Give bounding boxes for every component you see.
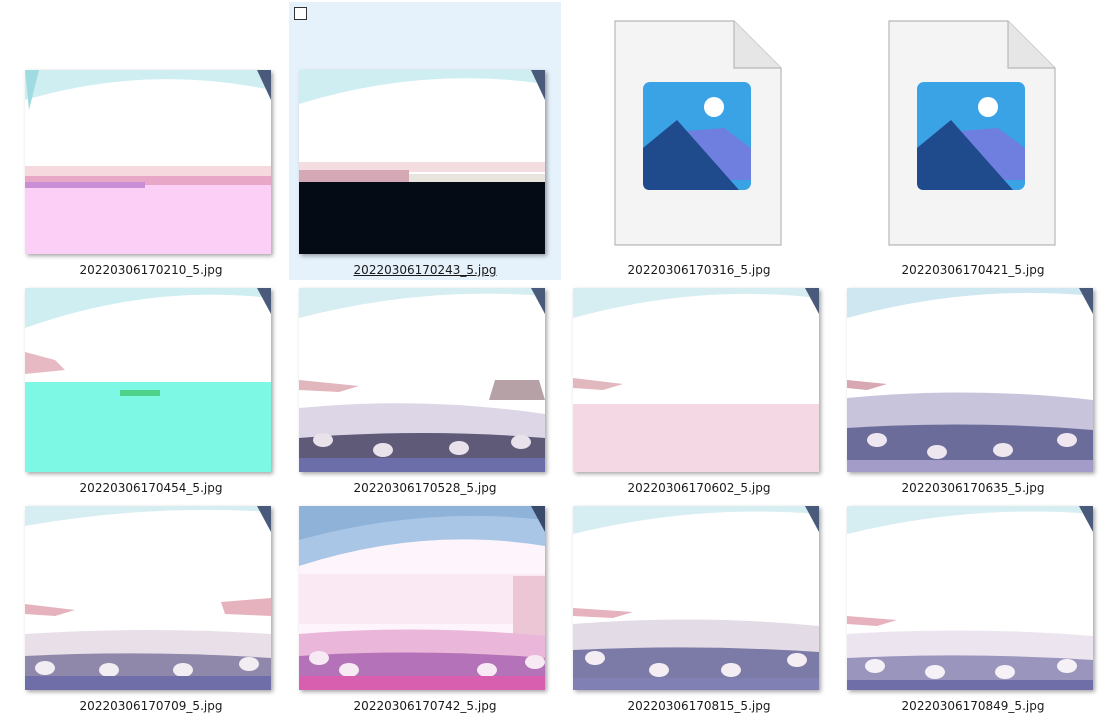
file-name[interactable]: 20220306170210_5.jpg [15, 262, 287, 278]
image-thumbnail[interactable] [25, 70, 271, 254]
file-name[interactable]: 20220306170815_5.jpg [563, 698, 835, 714]
image-thumbnail[interactable] [25, 506, 271, 690]
image-thumbnail[interactable] [847, 506, 1093, 690]
file-tile[interactable]: 20220306170602_5.jpg [563, 282, 835, 500]
select-checkbox[interactable] [294, 7, 307, 20]
image-file-icon[interactable] [614, 20, 784, 248]
file-tile[interactable]: 20220306170742_5.jpg [289, 500, 561, 718]
image-file-icon[interactable] [888, 20, 1058, 248]
file-name[interactable]: 20220306170528_5.jpg [289, 480, 561, 496]
image-thumbnail[interactable] [25, 288, 271, 472]
file-name[interactable]: 20220306170602_5.jpg [563, 480, 835, 496]
image-thumbnail[interactable] [847, 288, 1093, 472]
file-tile-selected[interactable]: 20220306170243_5.jpg [289, 2, 561, 280]
file-name[interactable]: 20220306170709_5.jpg [15, 698, 287, 714]
file-tile[interactable]: 20220306170815_5.jpg [563, 500, 835, 718]
file-name[interactable]: 20220306170243_5.jpg [289, 262, 561, 278]
file-name[interactable]: 20220306170849_5.jpg [837, 698, 1109, 714]
file-name[interactable]: 20220306170421_5.jpg [837, 262, 1109, 278]
file-tile[interactable]: 20220306170421_5.jpg [837, 2, 1109, 280]
file-tile[interactable]: 20220306170849_5.jpg [837, 500, 1109, 718]
file-tile[interactable]: 20220306170454_5.jpg [15, 282, 287, 500]
file-tile[interactable]: 20220306170210_5.jpg [15, 2, 287, 280]
file-name[interactable]: 20220306170454_5.jpg [15, 480, 287, 496]
file-name[interactable]: 20220306170635_5.jpg [837, 480, 1109, 496]
image-thumbnail[interactable] [299, 288, 545, 472]
image-thumbnail[interactable] [299, 506, 545, 690]
file-name[interactable]: 20220306170316_5.jpg [563, 262, 835, 278]
file-name[interactable]: 20220306170742_5.jpg [289, 698, 561, 714]
image-thumbnail[interactable] [573, 288, 819, 472]
file-tile[interactable]: 20220306170635_5.jpg [837, 282, 1109, 500]
image-thumbnail[interactable] [573, 506, 819, 690]
file-tile[interactable]: 20220306170709_5.jpg [15, 500, 287, 718]
image-thumbnail[interactable] [299, 70, 545, 254]
file-tile[interactable]: 20220306170528_5.jpg [289, 282, 561, 500]
file-grid: 20220306170210_5.jpg 20220306170243_5.jp… [0, 0, 1111, 720]
file-tile[interactable]: 20220306170316_5.jpg [563, 2, 835, 280]
